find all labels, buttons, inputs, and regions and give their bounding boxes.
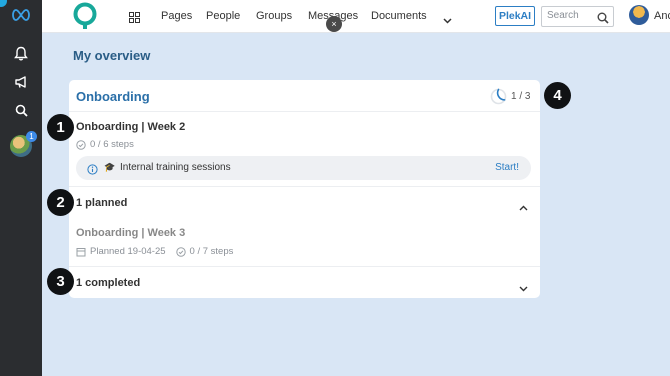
divider bbox=[69, 111, 540, 112]
task-row-internal-training[interactable]: 🎓 Internal training sessions Start! bbox=[76, 156, 531, 180]
progress-text: 1 / 3 bbox=[511, 91, 531, 102]
left-rail: 1 bbox=[0, 0, 42, 376]
planned-steps: 0 / 7 steps bbox=[189, 246, 234, 257]
chevron-down-icon[interactable] bbox=[519, 279, 528, 297]
user-avatar[interactable] bbox=[629, 5, 649, 25]
apps-grid-icon[interactable] bbox=[129, 10, 140, 28]
progress-indicator: 1 / 3 bbox=[490, 88, 530, 105]
rail-avatar[interactable]: 1 bbox=[0, 131, 42, 157]
annotation-marker-1: 1 bbox=[47, 114, 74, 141]
search-icon[interactable] bbox=[597, 11, 609, 29]
card-title[interactable]: Onboarding bbox=[76, 89, 150, 104]
start-button[interactable]: Start! bbox=[495, 162, 519, 173]
planned-date: Planned 19-04-25 bbox=[90, 246, 166, 257]
page-title: My overview bbox=[73, 48, 151, 63]
annotation-marker-2: 2 bbox=[47, 189, 74, 216]
infinity-icon[interactable] bbox=[0, 8, 42, 22]
nav-groups[interactable]: Groups bbox=[256, 10, 292, 22]
nav-pages[interactable]: Pages bbox=[161, 10, 192, 22]
check-circle-icon bbox=[175, 246, 186, 257]
info-icon bbox=[87, 162, 98, 180]
notification-badge: 1 bbox=[26, 131, 37, 142]
task-label: Internal training sessions bbox=[120, 162, 231, 173]
planned-section-toggle[interactable]: 1 planned bbox=[76, 197, 127, 209]
annotation-marker-3: 3 bbox=[47, 268, 74, 295]
current-week-title[interactable]: Onboarding | Week 2 bbox=[76, 121, 185, 133]
top-navigation-bar: Pages People Groups Messages Documents ×… bbox=[42, 0, 670, 33]
completed-section-toggle[interactable]: 1 completed bbox=[76, 277, 140, 289]
nav-documents[interactable]: Documents bbox=[371, 10, 427, 22]
current-week-steps: 0 / 6 steps bbox=[76, 139, 134, 150]
megaphone-icon[interactable] bbox=[0, 75, 42, 89]
annotation-marker-4: 4 bbox=[544, 82, 571, 109]
app-logo-icon[interactable] bbox=[72, 2, 98, 35]
plekai-button[interactable]: PlekAI bbox=[495, 6, 535, 26]
chevron-up-icon[interactable] bbox=[519, 198, 528, 216]
graduation-cap-icon: 🎓 bbox=[104, 162, 116, 172]
calendar-icon bbox=[76, 247, 86, 256]
divider bbox=[69, 266, 540, 267]
search-box[interactable] bbox=[541, 6, 614, 27]
planned-week-meta: Planned 19-04-25 0 / 7 steps bbox=[76, 246, 233, 257]
steps-text: 0 / 6 steps bbox=[90, 139, 134, 150]
progress-ring-icon bbox=[490, 88, 507, 105]
planned-week-title[interactable]: Onboarding | Week 3 bbox=[76, 227, 185, 239]
search-input[interactable] bbox=[547, 10, 595, 21]
bell-icon[interactable] bbox=[0, 46, 42, 61]
user-name[interactable]: Anc bbox=[654, 10, 670, 22]
more-nav-chevron-down-icon[interactable] bbox=[443, 11, 452, 29]
close-icon[interactable]: × bbox=[326, 16, 342, 32]
search-icon[interactable] bbox=[0, 104, 42, 117]
nav-people[interactable]: People bbox=[206, 10, 240, 22]
divider bbox=[69, 186, 540, 187]
check-circle-icon bbox=[76, 139, 86, 150]
avatar[interactable]: 1 bbox=[10, 131, 37, 157]
rail-indicator-dot bbox=[0, 0, 7, 7]
onboarding-card: Onboarding 1 / 3 Onboarding | Week 2 0 /… bbox=[69, 80, 540, 298]
